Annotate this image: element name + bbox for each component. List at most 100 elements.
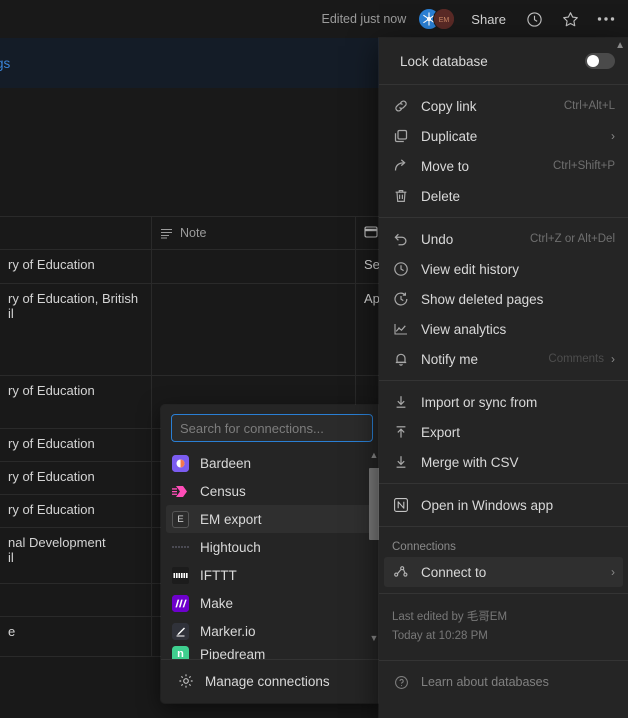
menu-divider [379, 380, 628, 381]
restore-icon [392, 291, 410, 307]
column-header-name[interactable] [0, 217, 152, 249]
cell-name[interactable]: ry of Education [0, 429, 152, 461]
chevron-down-icon[interactable]: ▼ [370, 632, 379, 645]
cell-name[interactable]: ry of Education, British il [0, 284, 152, 375]
menu-label: Move to [421, 158, 470, 174]
merge-down-arrow-icon [392, 454, 410, 470]
menu-divider [379, 217, 628, 218]
bell-icon [392, 351, 410, 367]
toggle-off-icon[interactable] [585, 53, 615, 69]
menu-item-connect-to[interactable]: Connect to › [384, 557, 623, 587]
menu-shortcut: Comments [548, 353, 604, 365]
menu-divider [379, 526, 628, 527]
menu-label: Learn about databases [421, 675, 549, 689]
avatar-group[interactable]: EM [418, 8, 456, 30]
more-options-icon[interactable] [594, 7, 618, 31]
search-input[interactable] [171, 414, 373, 442]
manage-connections-label: Manage connections [205, 673, 330, 689]
clock-icon [392, 261, 410, 277]
star-icon[interactable] [558, 7, 582, 31]
connection-item-pipedream[interactable]: n Pipedream [166, 645, 378, 659]
menu-item-move-to[interactable]: Move to Ctrl+Shift+P [384, 151, 623, 181]
cell-name[interactable]: ry of Education [0, 495, 152, 527]
menu-item-lock-database[interactable]: Lock database [384, 44, 623, 78]
connections-section-label: Connections [392, 541, 456, 553]
import-down-arrow-icon [392, 394, 410, 410]
top-bar: Edited just now EM Share [0, 0, 628, 38]
duplicate-icon [392, 128, 410, 144]
cell-name[interactable]: ry of Education [0, 250, 152, 283]
menu-label: View analytics [421, 321, 507, 337]
cell-name[interactable]: ry of Education [0, 462, 152, 494]
connection-label: EM export [200, 511, 262, 527]
menu-divider [379, 483, 628, 484]
menu-item-import-or-sync-from[interactable]: Import or sync from [384, 387, 623, 417]
connection-item-make[interactable]: Make [166, 589, 378, 617]
edited-status: Edited just now [321, 12, 407, 26]
menu-item-show-deleted-pages[interactable]: Show deleted pages [384, 284, 623, 314]
export-up-arrow-icon [392, 424, 410, 440]
menu-item-delete[interactable]: Delete [384, 181, 623, 211]
menu-label: View edit history [421, 261, 520, 277]
cell-name[interactable]: e [0, 617, 152, 656]
menu-label: Show deleted pages [421, 291, 544, 307]
connection-item-hightouch[interactable]: Hightouch [166, 533, 378, 561]
link-icon [392, 98, 410, 114]
last-edited-by: Last edited by 毛哥EM [392, 611, 508, 623]
menu-label: Open in Windows app [421, 497, 554, 513]
connection-item-em-export[interactable]: E EM export [166, 505, 378, 533]
connection-item-bardeen[interactable]: Bardeen [166, 449, 378, 477]
menu-item-duplicate[interactable]: Duplicate › [384, 121, 623, 151]
connections-footer: Manage connections [161, 659, 383, 703]
menu-item-export[interactable]: Export [384, 417, 623, 447]
em-export-icon: E [172, 510, 189, 528]
pipedream-icon: n [172, 645, 189, 659]
menu-label: Notify me [421, 351, 479, 367]
avatar-user-2[interactable]: EM [433, 8, 456, 30]
scrollbar-track[interactable] [368, 462, 380, 632]
menu-divider [379, 660, 628, 661]
connection-label: Marker.io [200, 623, 256, 639]
lock-database-label: Lock database [400, 53, 488, 69]
menu-shortcut: Ctrl+Alt+L [563, 100, 615, 112]
menu-scroll-up-icon[interactable]: ▲ [615, 40, 625, 51]
scrollbar-thumb[interactable] [368, 468, 380, 540]
menu-label: Merge with CSV [421, 454, 519, 470]
move-to-arrow-icon [392, 158, 410, 174]
menu-shortcut: Ctrl+Z or Alt+Del [530, 233, 615, 245]
text-lines-icon [160, 228, 173, 239]
column-header-note[interactable]: Note [152, 217, 356, 249]
breadcrumb[interactable]: gs [0, 56, 10, 71]
chevron-right-icon: › [611, 352, 615, 366]
menu-item-copy-link[interactable]: Copy link Ctrl+Alt+L [384, 91, 623, 121]
menu-label: Import or sync from [421, 394, 538, 410]
menu-item-view-edit-history[interactable]: View edit history [384, 254, 623, 284]
cell-note[interactable] [152, 284, 356, 375]
menu-item-open-in-windows-app[interactable]: Open in Windows app [384, 490, 623, 520]
menu-item-notify-me[interactable]: Notify me Comments › [384, 344, 623, 374]
connection-item-marker-io[interactable]: Marker.io [166, 617, 378, 645]
cell-name[interactable]: ry of Education [0, 376, 152, 428]
manage-connections-button[interactable]: Manage connections [171, 667, 373, 695]
menu-shortcut: Ctrl+Shift+P [553, 160, 615, 172]
trash-icon [392, 188, 410, 204]
history-clock-icon[interactable] [522, 7, 546, 31]
menu-item-undo[interactable]: Undo Ctrl+Z or Alt+Del [384, 224, 623, 254]
menu-label: Connect to [421, 564, 487, 580]
menu-item-view-analytics[interactable]: View analytics [384, 314, 623, 344]
menu-item-merge-with-csv[interactable]: Merge with CSV [384, 447, 623, 477]
svg-text:EM: EM [439, 17, 450, 24]
menu-meta-block: Last edited by 毛哥EM Today at 10:28 PM [379, 600, 628, 654]
chevron-up-icon[interactable]: ▲ [370, 449, 379, 462]
cell-note[interactable] [152, 250, 356, 283]
menu-item-learn-about-databases[interactable]: Learn about databases [384, 667, 623, 697]
cell-name[interactable] [0, 584, 152, 616]
connection-item-ifttt[interactable]: IFTTT [166, 561, 378, 589]
column-header-note-label: Note [180, 226, 207, 240]
connection-item-census[interactable]: Census [166, 477, 378, 505]
cell-name[interactable]: nal Development il [0, 528, 152, 583]
make-icon [172, 594, 189, 612]
menu-divider [379, 593, 628, 594]
share-button[interactable]: Share [467, 10, 510, 29]
chevron-right-icon: › [611, 129, 615, 143]
